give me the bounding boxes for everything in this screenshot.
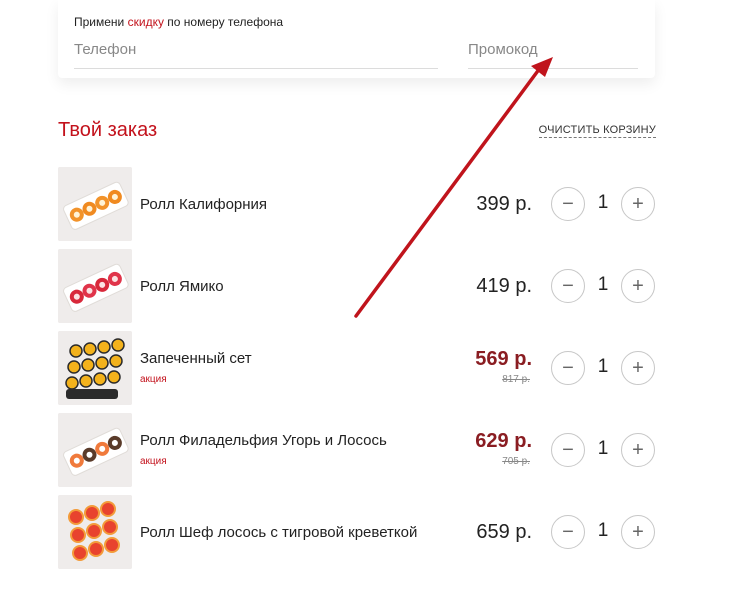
item-quantity: 1 [597,356,609,377]
item-quantity: 1 [597,520,609,541]
plus-icon: + [632,357,644,379]
cart-item: Ролл Шеф лосось с тигровой креветкой 659… [58,495,658,569]
decrease-quantity-button[interactable]: − [551,433,585,467]
plus-icon: + [632,439,644,461]
product-image [58,167,132,241]
promo-card: Примени скидку по номеру телефона [58,0,655,78]
promo-hint-suffix: по номеру телефона [167,15,284,29]
item-price: 569 р. [475,348,532,370]
product-image [58,331,132,405]
item-old-price: 705 р. [502,456,530,467]
discount-link[interactable]: скидку [128,15,164,29]
item-quantity: 1 [597,274,609,295]
increase-quantity-button[interactable]: + [621,269,655,303]
sale-tag: акция [140,374,167,385]
decrease-quantity-button[interactable]: − [551,351,585,385]
plus-icon: + [632,193,644,215]
minus-icon: − [562,275,574,297]
order-title: Твой заказ [58,119,158,141]
item-old-price: 817 р. [502,374,530,385]
sale-tag: акция [140,456,167,467]
promo-code-input[interactable] [468,36,638,69]
item-quantity: 1 [597,192,609,213]
minus-icon: − [562,521,574,543]
product-image [58,413,132,487]
plus-icon: + [632,521,644,543]
increase-quantity-button[interactable]: + [621,515,655,549]
item-price: 659 р. [476,521,532,543]
minus-icon: − [562,193,574,215]
cart-item: Ролл Ямико 419 р. − 1 + [58,249,658,323]
item-name: Ролл Калифорния [140,196,268,213]
item-name: Ролл Шеф лосось с тигровой креветкой [140,524,418,541]
decrease-quantity-button[interactable]: − [551,187,585,221]
item-price: 629 р. [475,430,532,452]
increase-quantity-button[interactable]: + [621,187,655,221]
item-name: Ролл Филадельфия Угорь и Лосось [140,432,387,449]
clear-cart-button[interactable]: ОЧИСТИТЬ КОРЗИНУ [538,124,656,138]
product-image [58,495,132,569]
increase-quantity-button[interactable]: + [621,433,655,467]
decrease-quantity-button[interactable]: − [551,515,585,549]
item-name: Ролл Ямико [140,278,224,295]
minus-icon: − [562,439,574,461]
promo-hint-prefix: Примени [74,15,125,29]
minus-icon: − [562,357,574,379]
increase-quantity-button[interactable]: + [621,351,655,385]
product-image [58,249,132,323]
decrease-quantity-button[interactable]: − [551,269,585,303]
cart-item: Ролл Филадельфия Угорь и Лосось акция 62… [58,413,658,487]
promo-hint: Примени скидку по номеру телефона [74,15,283,29]
item-price: 419 р. [476,275,532,297]
plus-icon: + [632,275,644,297]
item-price: 399 р. [476,193,532,215]
phone-input[interactable] [74,36,438,69]
item-name: Запеченный сет [140,350,252,367]
cart-item: Ролл Калифорния 399 р. − 1 + [58,167,658,241]
item-quantity: 1 [597,438,609,459]
cart-item: Запеченный сет акция 569 р. 817 р. − 1 + [58,331,658,405]
